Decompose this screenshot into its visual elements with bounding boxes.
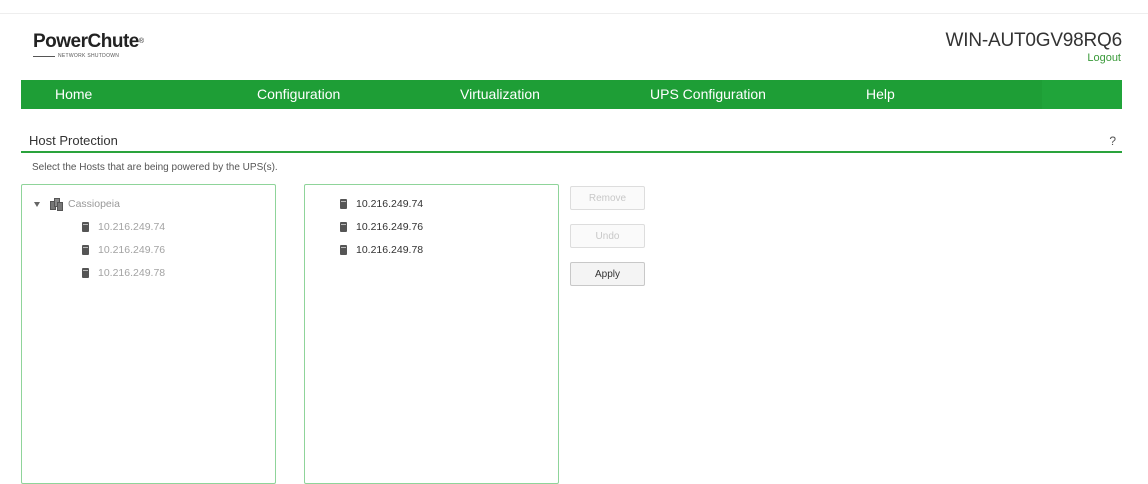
selected-host-item[interactable]: 10.216.249.78	[340, 244, 423, 256]
nav-home[interactable]: Home	[55, 86, 92, 102]
tree-node-host[interactable]: 10.216.249.76	[82, 244, 165, 256]
logo-subtitle: NETWORK SHUTDOWN	[33, 53, 144, 59]
help-icon[interactable]: ?	[1109, 134, 1116, 148]
selected-host-item[interactable]: 10.216.249.76	[340, 221, 423, 233]
main-nav-bar: Home Configuration Virtualization UPS Co…	[21, 80, 1122, 109]
cluster-icon	[50, 198, 63, 211]
logout-link[interactable]: Logout	[1087, 52, 1121, 64]
host-label: 10.216.249.76	[356, 221, 424, 233]
host-label: 10.216.249.78	[356, 244, 424, 256]
nav-configuration[interactable]: Configuration	[257, 86, 340, 102]
host-icon	[340, 199, 347, 209]
host-icon	[340, 245, 347, 255]
tree-node-host[interactable]: 10.216.249.74	[82, 221, 165, 233]
host-label: 10.216.249.74	[356, 198, 424, 210]
nav-end-cap	[1042, 80, 1122, 109]
host-icon	[82, 268, 89, 278]
tree-node-cluster[interactable]: Cassiopeia	[34, 198, 120, 211]
undo-button[interactable]: Undo	[570, 224, 645, 248]
hostname: WIN-AUT0GV98RQ6	[945, 30, 1123, 51]
host-icon	[82, 222, 89, 232]
remove-button[interactable]: Remove	[570, 186, 645, 210]
logo-subtitle-text: NETWORK SHUTDOWN	[58, 53, 120, 59]
host-icon	[82, 245, 89, 255]
host-icon	[340, 222, 347, 232]
apply-button[interactable]: Apply	[570, 262, 645, 286]
host-label: 10.216.249.78	[98, 267, 166, 279]
powerchute-logo: PowerChute® NETWORK SHUTDOWN	[33, 32, 144, 59]
expand-triangle-icon[interactable]	[34, 201, 40, 207]
logo-line	[33, 55, 55, 57]
cluster-label: Cassiopeia	[68, 198, 120, 210]
top-border	[0, 0, 1148, 14]
page-title: Host Protection	[29, 133, 118, 148]
selected-hosts-panel: 10.216.249.74 10.216.249.76 10.216.249.7…	[304, 184, 559, 484]
nav-virtualization[interactable]: Virtualization	[460, 86, 540, 102]
nav-ups-configuration[interactable]: UPS Configuration	[650, 86, 766, 102]
nav-help[interactable]: Help	[866, 86, 895, 102]
host-label: 10.216.249.76	[98, 244, 166, 256]
selected-host-item[interactable]: 10.216.249.74	[340, 198, 423, 210]
available-hosts-panel: Cassiopeia 10.216.249.74 10.216.249.76 1…	[21, 184, 276, 484]
section-divider	[21, 151, 1122, 153]
tree-node-host[interactable]: 10.216.249.78	[82, 267, 165, 279]
host-label: 10.216.249.74	[98, 221, 166, 233]
instructions-text: Select the Hosts that are being powered …	[32, 162, 278, 173]
logo-wordmark: PowerChute®	[33, 31, 144, 52]
